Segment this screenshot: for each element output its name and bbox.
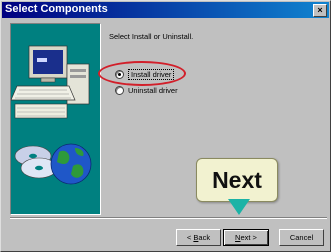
title-bar: Select Components × xyxy=(2,2,329,18)
computer-cd-globe-icon xyxy=(11,45,92,185)
next-button[interactable]: Next > xyxy=(223,229,269,246)
back-button[interactable]: < Back xyxy=(176,229,221,246)
callout-arrow-icon xyxy=(228,199,250,215)
window-title: Select Components xyxy=(5,3,108,15)
uninstall-driver-radio[interactable] xyxy=(115,86,124,95)
next-callout: Next xyxy=(196,158,278,202)
back-suffix: ack xyxy=(198,233,211,242)
uninstall-driver-option[interactable]: Uninstall driver xyxy=(115,86,178,95)
next-suffix: ext > xyxy=(240,233,257,242)
highlight-circle xyxy=(98,61,186,86)
setup-dialog: Select Components × Select Install or Un… xyxy=(0,0,331,252)
button-separator xyxy=(10,217,327,219)
instruction-heading: Select Install or Uninstall. xyxy=(109,32,194,41)
uninstall-driver-label: Uninstall driver xyxy=(128,86,178,95)
setup-illustration xyxy=(10,23,101,215)
close-button[interactable]: × xyxy=(313,4,327,17)
cancel-button[interactable]: Cancel xyxy=(279,229,324,246)
